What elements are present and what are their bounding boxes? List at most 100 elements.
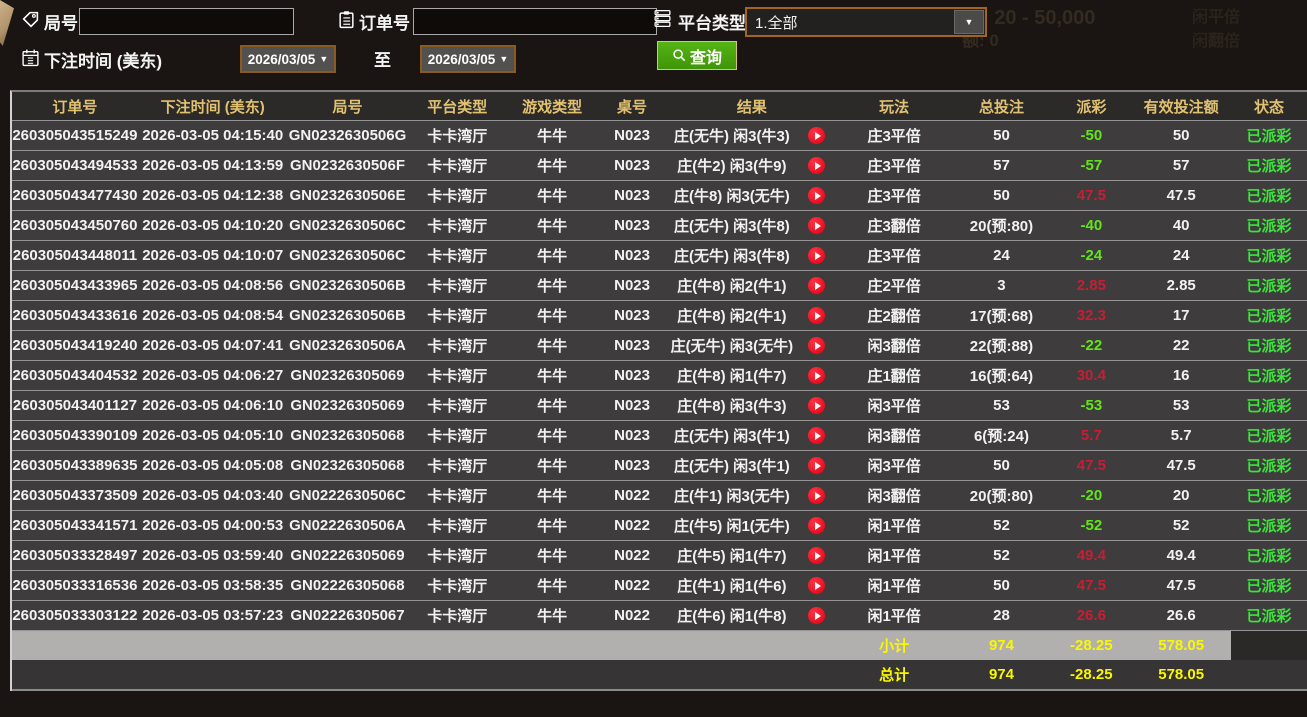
query-button[interactable]: 查询 [657, 41, 737, 70]
round-input[interactable] [79, 8, 294, 35]
table-row[interactable]: 260305043404532 2026-03-05 04:06:27 GN02… [12, 361, 1307, 391]
filter-bar: 局号 订单号 平台类型 1.全部 ▼ 下注时间 (美东) 2026/03/05 … [0, 0, 1307, 92]
order-input[interactable] [413, 8, 657, 35]
order-filter-label: 订单号 [359, 9, 410, 34]
platform-type-select[interactable]: 1.全部 ▼ [745, 7, 987, 37]
play-replay-icon[interactable] [808, 427, 825, 444]
cell-status: 已派彩 [1231, 211, 1307, 240]
cell-status: 已派彩 [1231, 601, 1307, 630]
table-row[interactable]: 260305043433616 2026-03-05 04:08:54 GN02… [12, 301, 1307, 331]
play-replay-icon[interactable] [808, 577, 825, 594]
table-body: 260305043515249 2026-03-05 04:15:40 GN02… [12, 121, 1307, 631]
cell-game-type: 牛牛 [507, 451, 597, 480]
play-replay-icon[interactable] [808, 187, 825, 204]
play-replay-icon[interactable] [808, 307, 825, 324]
calendar-icon [21, 48, 40, 67]
cell-result: 庄(牛8) 闲2(牛1) [667, 301, 797, 330]
cell-table-no: N022 [597, 541, 667, 570]
cell-status: 已派彩 [1231, 391, 1307, 420]
cell-bet-time: 2026-03-05 04:13:59 [138, 151, 288, 180]
cell-game-type: 牛牛 [507, 391, 597, 420]
play-replay-icon[interactable] [808, 457, 825, 474]
cell-bet-time: 2026-03-05 04:05:10 [138, 421, 288, 450]
cell-total-bet: 57 [952, 151, 1052, 180]
play-replay-icon[interactable] [808, 517, 825, 534]
cell-status: 已派彩 [1231, 331, 1307, 360]
table-row[interactable]: 260305043515249 2026-03-05 04:15:40 GN02… [12, 121, 1307, 151]
table-row[interactable]: 260305043389635 2026-03-05 04:05:08 GN02… [12, 451, 1307, 481]
cell-round-id: GN02226305069 [288, 541, 408, 570]
cell-round-id: GN0232630506C [288, 241, 408, 270]
cell-total-bet: 20(预:80) [952, 481, 1052, 510]
play-replay-icon[interactable] [808, 397, 825, 414]
cell-status: 已派彩 [1231, 271, 1307, 300]
table-row[interactable]: 260305043450760 2026-03-05 04:10:20 GN02… [12, 211, 1307, 241]
play-replay-icon[interactable] [808, 547, 825, 564]
cell-game-type: 牛牛 [507, 331, 597, 360]
table-row[interactable]: 260305033316536 2026-03-05 03:58:35 GN02… [12, 571, 1307, 601]
play-replay-icon[interactable] [808, 157, 825, 174]
cell-status: 已派彩 [1231, 181, 1307, 210]
cell-game-type: 牛牛 [507, 481, 597, 510]
table-row[interactable]: 260305043433965 2026-03-05 04:08:56 GN02… [12, 271, 1307, 301]
play-replay-icon[interactable] [808, 367, 825, 384]
cell-payout: 30.4 [1051, 361, 1131, 390]
total-spacer [12, 660, 837, 689]
play-replay-icon[interactable] [808, 127, 825, 144]
table-row[interactable]: 260305043448011 2026-03-05 04:10:07 GN02… [12, 241, 1307, 271]
table-row[interactable]: 260305043390109 2026-03-05 04:05:10 GN02… [12, 421, 1307, 451]
subtotal-payout: -28.25 [1051, 631, 1131, 660]
cell-valid-bet: 47.5 [1131, 451, 1231, 480]
cell-table-no: N023 [597, 241, 667, 270]
play-replay-icon[interactable] [808, 487, 825, 504]
cell-bet-time: 2026-03-05 04:15:40 [138, 121, 288, 150]
play-replay-icon[interactable] [808, 277, 825, 294]
play-replay-icon[interactable] [808, 607, 825, 624]
date-to-picker[interactable]: 2026/03/05 ▼ [420, 45, 516, 73]
play-replay-icon[interactable] [808, 217, 825, 234]
cell-total-bet: 50 [952, 181, 1052, 210]
cell-payout: -24 [1051, 241, 1131, 270]
cell-order-id: 260305033303122 [12, 601, 138, 630]
cell-result: 庄(无牛) 闲3(牛8) [667, 211, 797, 240]
table-row[interactable]: 260305043494533 2026-03-05 04:13:59 GN02… [12, 151, 1307, 181]
cell-table-no: N022 [597, 601, 667, 630]
cell-total-bet: 16(预:64) [952, 361, 1052, 390]
cell-order-id: 260305043389635 [12, 451, 138, 480]
search-icon [672, 48, 687, 63]
table-row[interactable]: 260305033328497 2026-03-05 03:59:40 GN02… [12, 541, 1307, 571]
col-header-status: 状态 [1231, 92, 1307, 120]
table-row[interactable]: 260305043373509 2026-03-05 04:03:40 GN02… [12, 481, 1307, 511]
cell-bet-time: 2026-03-05 04:08:56 [138, 271, 288, 300]
chevron-down-icon[interactable]: ▼ [954, 10, 984, 34]
date-range-to-label: 至 [374, 46, 391, 71]
cell-game-type: 牛牛 [507, 151, 597, 180]
play-replay-icon[interactable] [808, 337, 825, 354]
cell-table-no: N023 [597, 361, 667, 390]
table-row[interactable]: 260305043341571 2026-03-05 04:00:53 GN02… [12, 511, 1307, 541]
cell-replay [797, 331, 837, 360]
cell-bet-time: 2026-03-05 04:03:40 [138, 481, 288, 510]
cell-replay [797, 211, 837, 240]
cell-valid-bet: 20 [1131, 481, 1231, 510]
date-from-picker[interactable]: 2026/03/05 ▼ [240, 45, 336, 73]
cell-order-id: 260305043515249 [12, 121, 138, 150]
cell-game-type: 牛牛 [507, 301, 597, 330]
col-header-payout: 派彩 [1051, 92, 1131, 120]
table-row[interactable]: 260305033303122 2026-03-05 03:57:23 GN02… [12, 601, 1307, 631]
cell-valid-bet: 47.5 [1131, 181, 1231, 210]
col-header-bet: 总投注 [952, 92, 1052, 120]
cell-payout: -53 [1051, 391, 1131, 420]
table-row[interactable]: 260305043477430 2026-03-05 04:12:38 GN02… [12, 181, 1307, 211]
orders-table: 订单号 下注时间 (美东) 局号 平台类型 游戏类型 桌号 结果 玩法 总投注 … [10, 90, 1307, 691]
cell-order-id: 260305043419240 [12, 331, 138, 360]
cell-platform: 卡卡湾厅 [407, 271, 507, 300]
cell-total-bet: 50 [952, 121, 1052, 150]
table-row[interactable]: 260305043419240 2026-03-05 04:07:41 GN02… [12, 331, 1307, 361]
platform-filter-label: 平台类型 [678, 9, 746, 34]
play-replay-icon[interactable] [808, 247, 825, 264]
table-row[interactable]: 260305043401127 2026-03-05 04:06:10 GN02… [12, 391, 1307, 421]
cell-platform: 卡卡湾厅 [407, 181, 507, 210]
cell-platform: 卡卡湾厅 [407, 241, 507, 270]
cell-result: 庄(牛8) 闲3(牛3) [667, 391, 797, 420]
